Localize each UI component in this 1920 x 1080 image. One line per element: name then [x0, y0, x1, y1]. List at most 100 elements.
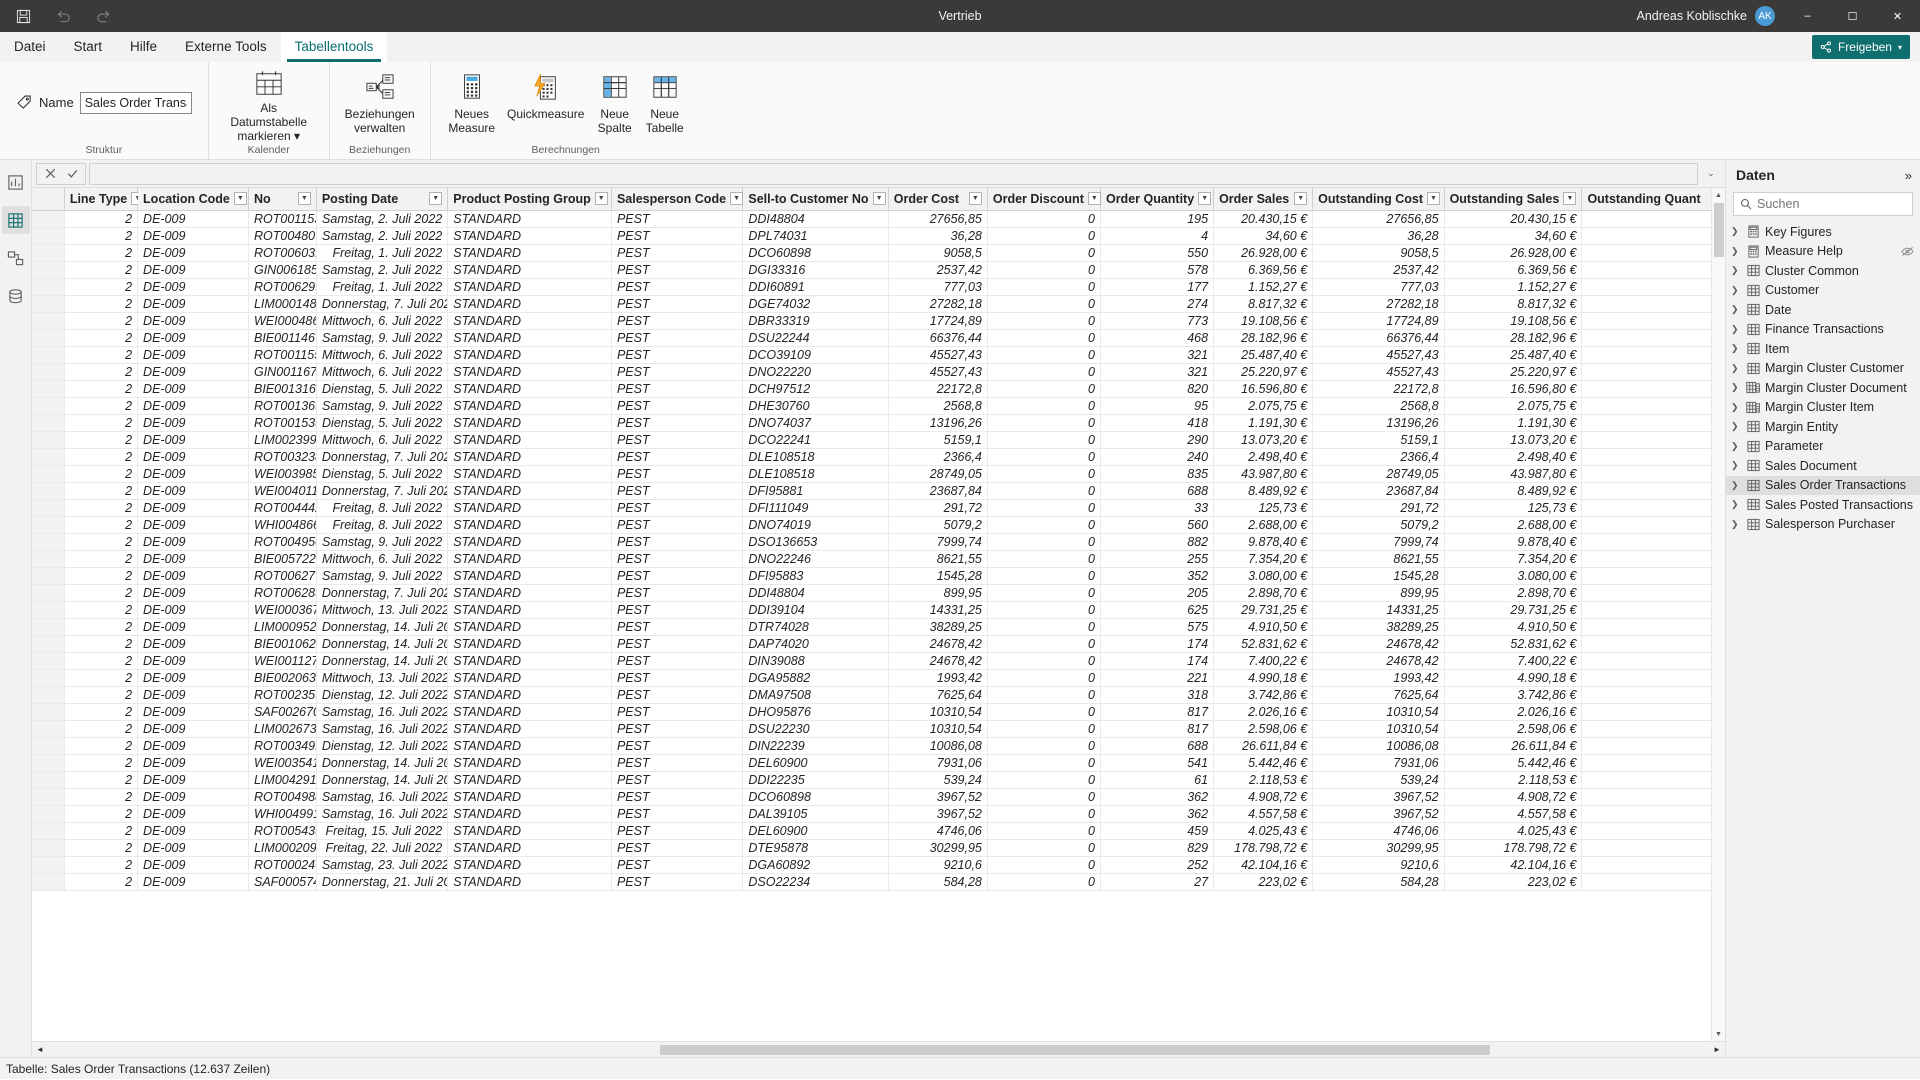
column-filter-icon[interactable]: ▼ — [730, 192, 743, 205]
table-cell[interactable]: 13196,26 — [1313, 414, 1444, 431]
table-cell[interactable]: DE-009 — [138, 839, 249, 856]
table-cell[interactable]: 6.369,56 € — [1444, 261, 1582, 278]
table-cell[interactable]: BIE002063 — [248, 669, 316, 686]
table-row[interactable]: 2DE-009ROT003491Dienstag, 12. Juli 2022S… — [32, 737, 1725, 754]
table-cell[interactable]: 2 — [64, 261, 137, 278]
table-cell[interactable] — [1582, 329, 1725, 346]
new-column-button[interactable]: Neue Spalte — [591, 65, 639, 141]
table-cell[interactable]: Dienstag, 12. Juli 2022 — [316, 686, 447, 703]
table-cell[interactable]: 584,28 — [888, 873, 987, 890]
table-cell[interactable] — [1582, 533, 1725, 550]
table-cell[interactable]: 2366,4 — [1313, 448, 1444, 465]
table-cell[interactable]: Samstag, 16. Juli 2022 — [316, 703, 447, 720]
table-cell[interactable]: Donnerstag, 21. Juli 2022 — [316, 873, 447, 890]
table-row[interactable]: 2DE-009WEI004011Donnerstag, 7. Juli 2022… — [32, 482, 1725, 499]
table-cell[interactable]: 0 — [987, 822, 1100, 839]
table-cell[interactable]: DE-009 — [138, 873, 249, 890]
table-cell[interactable]: LIM002673 — [248, 720, 316, 737]
table-cell[interactable]: 291,72 — [1313, 499, 1444, 516]
chevron-right-icon[interactable]: ❯ — [1731, 519, 1741, 530]
table-cell[interactable]: STANDARD — [448, 822, 612, 839]
table-cell[interactable]: 882 — [1100, 533, 1213, 550]
table-cell[interactable]: 2 — [64, 550, 137, 567]
table-cell[interactable]: PEST — [611, 312, 742, 329]
table-cell[interactable]: 23687,84 — [1313, 482, 1444, 499]
table-cell[interactable]: DNO22220 — [743, 363, 888, 380]
share-button[interactable]: Freigeben ▾ — [1812, 35, 1910, 59]
table-cell[interactable]: 2 — [64, 499, 137, 516]
table-cell[interactable]: 4.990,18 € — [1444, 669, 1582, 686]
table-cell[interactable]: 95 — [1100, 397, 1213, 414]
table-cell[interactable]: 4.910,50 € — [1214, 618, 1313, 635]
table-cell[interactable]: Mittwoch, 13. Juli 2022 — [316, 669, 447, 686]
table-cell[interactable]: LIM000148 — [248, 295, 316, 312]
table-cell[interactable]: STANDARD — [448, 856, 612, 873]
table-cell[interactable]: 178.798,72 € — [1214, 839, 1313, 856]
new-measure-button[interactable]: Neues Measure — [443, 65, 501, 141]
table-cell[interactable]: 4.557,58 € — [1444, 805, 1582, 822]
table-cell[interactable]: 2 — [64, 652, 137, 669]
table-cell[interactable]: DHO95876 — [743, 703, 888, 720]
table-cell[interactable]: DE-009 — [138, 601, 249, 618]
table-cell[interactable]: STANDARD — [448, 363, 612, 380]
table-cell[interactable]: DBR33319 — [743, 312, 888, 329]
chevron-right-icon[interactable]: ❯ — [1731, 265, 1741, 276]
table-cell[interactable]: 8.489,92 € — [1214, 482, 1313, 499]
column-filter-icon[interactable]: ▼ — [873, 192, 886, 205]
chevron-right-icon[interactable]: ❯ — [1731, 499, 1741, 510]
table-cell[interactable]: DE-009 — [138, 737, 249, 754]
table-row[interactable]: 2DE-009BIE001316Dienstag, 5. Juli 2022ST… — [32, 380, 1725, 397]
table-cell[interactable]: 45527,43 — [1313, 346, 1444, 363]
table-cell[interactable]: DE-009 — [138, 210, 249, 227]
table-cell[interactable]: SAF000574 — [248, 873, 316, 890]
table-cell[interactable]: DE-009 — [138, 261, 249, 278]
table-cell[interactable]: 1545,28 — [1313, 567, 1444, 584]
tab-hilfe[interactable]: Hilfe — [116, 32, 171, 62]
table-cell[interactable]: 7625,64 — [1313, 686, 1444, 703]
table-cell[interactable]: 4746,06 — [1313, 822, 1444, 839]
chevron-right-icon[interactable]: ❯ — [1731, 246, 1741, 257]
table-cell[interactable]: 2.026,16 € — [1444, 703, 1582, 720]
table-cell[interactable]: DE-009 — [138, 788, 249, 805]
table-cell[interactable]: 7999,74 — [1313, 533, 1444, 550]
table-cell[interactable]: 2366,4 — [888, 448, 987, 465]
table-cell[interactable]: 0 — [987, 278, 1100, 295]
table-cell[interactable]: LIM000209 — [248, 839, 316, 856]
table-cell[interactable]: 2 — [64, 482, 137, 499]
table-cell[interactable]: 205 — [1100, 584, 1213, 601]
table-cell[interactable]: 2 — [64, 839, 137, 856]
table-cell[interactable]: 5079,2 — [888, 516, 987, 533]
table-cell[interactable]: 3.080,00 € — [1444, 567, 1582, 584]
chevron-right-icon[interactable]: ❯ — [1731, 402, 1741, 413]
table-cell[interactable]: 4.910,50 € — [1444, 618, 1582, 635]
table-cell[interactable]: 4.025,43 € — [1444, 822, 1582, 839]
table-cell[interactable]: 2 — [64, 856, 137, 873]
table-cell[interactable] — [1582, 652, 1725, 669]
table-cell[interactable]: 255 — [1100, 550, 1213, 567]
table-cell[interactable]: ROT001155 — [248, 346, 316, 363]
table-cell[interactable]: 3.080,00 € — [1214, 567, 1313, 584]
table-cell[interactable]: Dienstag, 5. Juli 2022 — [316, 380, 447, 397]
table-cell[interactable]: 541 — [1100, 754, 1213, 771]
table-cell[interactable] — [1582, 312, 1725, 329]
table-cell[interactable]: 0 — [987, 839, 1100, 856]
table-cell[interactable]: STANDARD — [448, 448, 612, 465]
table-cell[interactable]: Dienstag, 5. Juli 2022 — [316, 465, 447, 482]
table-cell[interactable]: Mittwoch, 13. Juli 2022 — [316, 601, 447, 618]
table-cell[interactable]: PEST — [611, 431, 742, 448]
data-pane-item-salesperson-purchaser[interactable]: ❯Salesperson Purchaser — [1726, 515, 1920, 535]
table-cell[interactable]: 42.104,16 € — [1444, 856, 1582, 873]
table-row[interactable]: 2DE-009WEI003541Donnerstag, 14. Juli 202… — [32, 754, 1725, 771]
table-cell[interactable]: 0 — [987, 618, 1100, 635]
scroll-left-arrow[interactable]: ◄ — [32, 1042, 48, 1058]
table-row[interactable]: 2DE-009ROT006277Samstag, 9. Juli 2022STA… — [32, 567, 1725, 584]
data-pane-item-margin-entity[interactable]: ❯Margin Entity — [1726, 417, 1920, 437]
table-cell[interactable]: STANDARD — [448, 499, 612, 516]
table-cell[interactable]: DE-009 — [138, 533, 249, 550]
table-cell[interactable]: 0 — [987, 431, 1100, 448]
table-cell[interactable]: ROT005433 — [248, 822, 316, 839]
table-cell[interactable]: ROT001533 — [248, 414, 316, 431]
table-cell[interactable]: 2.075,75 € — [1444, 397, 1582, 414]
table-row[interactable]: 2DE-009WEI001127Donnerstag, 14. Juli 202… — [32, 652, 1725, 669]
table-cell[interactable]: WHI004991 — [248, 805, 316, 822]
